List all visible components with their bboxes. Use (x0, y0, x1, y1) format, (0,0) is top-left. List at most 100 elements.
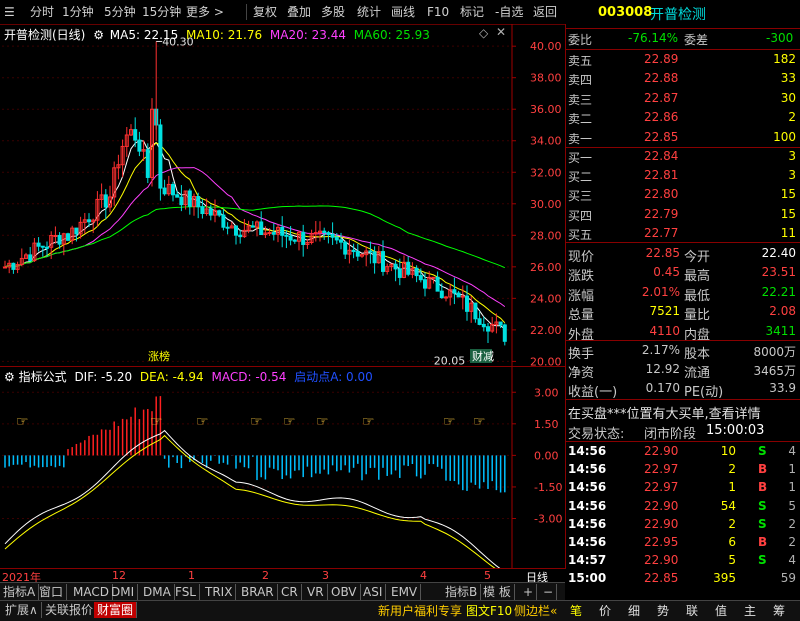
ask-row: 卖二 22.86 2 (566, 108, 800, 128)
side-panel-tab[interactable]: 值 (715, 603, 727, 619)
settings-gear-icon[interactable]: ⚙ (4, 370, 15, 384)
side-panel-tab[interactable]: 细 (628, 603, 640, 619)
diamond-icon[interactable]: ◇ (479, 26, 488, 40)
y-tick-label: 20.00 (530, 355, 562, 366)
indicator-title: 指标公式 (18, 370, 67, 384)
side-panel-tab[interactable]: 笔 (570, 603, 582, 619)
period-intraday-button[interactable]: 分时 (30, 3, 54, 21)
candle-body (502, 324, 507, 342)
bottom-link[interactable]: 侧边栏« (514, 603, 557, 619)
candle-body (103, 194, 108, 208)
bid-price[interactable]: 22.80 (644, 187, 678, 201)
tick-price: 22.90 (644, 553, 679, 568)
indicator-tab[interactable]: VR (304, 584, 328, 600)
indicator-tab[interactable]: 窗口 (36, 584, 68, 600)
bottom-link[interactable]: 图文F10 (466, 603, 512, 619)
tick-side: S (758, 553, 767, 568)
ask-price[interactable]: 22.86 (644, 110, 678, 124)
indicator-tab-right[interactable]: − (540, 584, 558, 600)
settings-gear-icon[interactable]: ⚙ (93, 28, 104, 42)
ma5-line (4, 139, 506, 330)
menu-toggle-icon[interactable]: ☰ (4, 3, 15, 21)
y-tick-label: 1.50 (534, 418, 559, 431)
event-tag: 财减 (472, 349, 494, 363)
candle-body (234, 225, 238, 236)
signal-hand-icon: ☞ (150, 414, 163, 430)
period-5min-button[interactable]: 5分钟 (104, 3, 136, 21)
stock-code: 003008 (598, 5, 653, 20)
bid-price[interactable]: 22.79 (644, 207, 678, 221)
back-button[interactable]: 返回 (533, 3, 557, 21)
indicator-tab[interactable]: DMA (140, 584, 175, 600)
bid-price[interactable]: 22.81 (644, 168, 678, 182)
indicator-tab-right[interactable]: 指标B (442, 584, 482, 600)
bid-price[interactable]: 22.77 (644, 226, 678, 240)
candle-body (196, 196, 201, 208)
stat-value: 3465万 (753, 364, 796, 379)
news-alert[interactable]: 在买盘***位置有大买单,查看详情 (566, 401, 800, 422)
indicator-tab[interactable]: CR (278, 584, 302, 600)
indicator-tab[interactable]: MACD (70, 584, 113, 600)
candle-body (486, 326, 490, 332)
period-more-button[interactable]: 更多 > (186, 3, 224, 21)
side-panel-tab[interactable]: 主 (744, 603, 756, 619)
tick-volume: 2 (728, 516, 736, 531)
bid-price[interactable]: 22.84 (644, 149, 678, 163)
diff-value: -300 (766, 31, 794, 45)
side-panel-tab[interactable]: 价 (599, 603, 611, 619)
candle-body (57, 234, 62, 245)
candle-body (11, 262, 16, 270)
candle-body (259, 221, 264, 236)
bottom-tab[interactable]: 扩展∧ (2, 602, 42, 618)
tick-volume: 10 (720, 444, 736, 458)
f10-button[interactable]: F10 (427, 3, 449, 21)
period-1min-button[interactable]: 1分钟 (62, 3, 94, 21)
ask-price[interactable]: 22.88 (644, 71, 678, 85)
multi-stock-button[interactable]: 多股 (321, 3, 345, 21)
side-panel-tab[interactable]: 筹 (773, 603, 785, 619)
candle-body (406, 261, 411, 275)
candle-body (452, 289, 457, 294)
ask-price[interactable]: 22.87 (644, 91, 678, 105)
adjust-button[interactable]: 复权 (253, 3, 277, 21)
indicator-chart[interactable]: 3.00 1.50 0.00 -1.50 -3.00 ☞ ☞ ☞ ☞ ☞ ☞ ☞ ☞ ☞ ⚙ 指标公式 … (0, 366, 566, 569)
indicator-tab[interactable]: 指标A (0, 584, 40, 600)
mark-button[interactable]: 标记 (460, 3, 484, 21)
side-panel-tab[interactable]: 势 (657, 603, 669, 619)
remove-favorite-button[interactable]: -自选 (495, 3, 523, 21)
indicator-tab[interactable]: EMV (388, 584, 422, 600)
news-alert-text[interactable]: 在买盘***位置有大买单,查看详情 (568, 403, 761, 422)
indicator-tab[interactable]: FSL (172, 584, 200, 600)
tick-time: 14:56 (568, 480, 607, 495)
overlay-button[interactable]: 叠加 (287, 3, 311, 21)
bottom-tab[interactable]: 财富圈 (94, 602, 138, 618)
bottom-link[interactable]: 新用户福利专享 (378, 603, 462, 619)
indicator-tab[interactable]: OBV (328, 584, 361, 600)
ask-price[interactable]: 22.89 (644, 52, 678, 66)
chart-toolbar: ☰ 分时 1分钟 5分钟 15分钟 更多 > 复权 叠加 多股 统计 画线 F1… (0, 0, 565, 25)
indicator-tab-right[interactable]: + (520, 584, 538, 600)
tick-row: 14:56 22.95 6 B 2 (566, 533, 800, 553)
period-15min-button[interactable]: 15分钟 (142, 3, 181, 21)
bid-row: 买三 22.80 15 (566, 185, 800, 205)
bid-label: 买一 (568, 151, 593, 165)
candle-body (284, 234, 289, 237)
draw-line-button[interactable]: 画线 (391, 3, 415, 21)
bottom-tab[interactable]: 关联报价 (42, 602, 98, 618)
candle-body (435, 276, 440, 292)
candlestick-chart[interactable]: 40.00 38.00 36.00 34.00 32.00 30.00 28.00 26.00… (0, 24, 566, 366)
stat-label: 涨幅 (568, 288, 595, 304)
close-icon[interactable]: ✕ (496, 25, 506, 39)
candle-body (145, 149, 150, 178)
indicator-tab[interactable]: BRAR (238, 584, 278, 600)
stat-label: 流通 (684, 366, 711, 382)
ask-price[interactable]: 22.85 (644, 130, 678, 144)
candle-body (481, 323, 486, 328)
side-panel-tab[interactable]: 联 (686, 603, 698, 619)
indicator-tab-right[interactable]: 模 板 (480, 584, 515, 600)
indicator-tab[interactable]: TRIX (202, 584, 237, 600)
stat-value: 33.9 (769, 381, 796, 396)
indicator-tab[interactable]: DMI (108, 584, 139, 600)
indicator-tab[interactable]: ASI (360, 584, 387, 600)
statistics-button[interactable]: 统计 (357, 3, 381, 21)
